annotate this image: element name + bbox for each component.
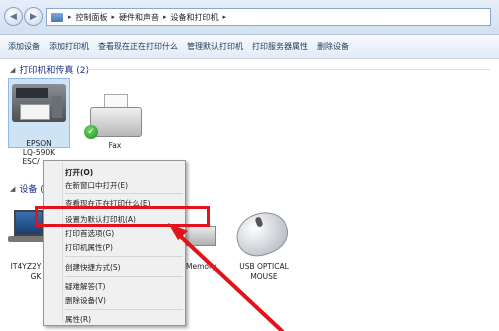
arrow-shaft <box>174 230 284 331</box>
arrow-head <box>168 223 188 240</box>
annotation-arrow-icon <box>168 223 284 331</box>
